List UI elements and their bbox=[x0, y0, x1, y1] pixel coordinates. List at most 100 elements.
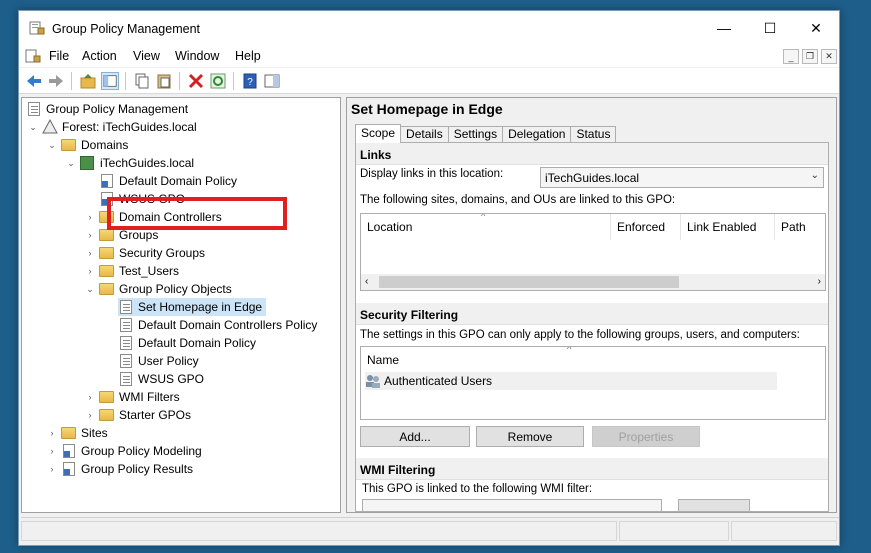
tree-set-homepage-in-edge[interactable]: Set Homepage in Edge bbox=[118, 298, 267, 316]
gpo-icon bbox=[118, 335, 134, 351]
chevron-right-icon[interactable]: › bbox=[47, 460, 57, 478]
security-filtering-list[interactable]: ^ Name Authenticated Users bbox=[360, 346, 826, 420]
chevron-right-icon[interactable]: › bbox=[85, 262, 95, 280]
ou-folder-icon bbox=[99, 263, 115, 279]
list-item[interactable]: Authenticated Users bbox=[365, 372, 777, 390]
add-button[interactable]: Add... bbox=[360, 426, 470, 447]
open-wmi-filter-button[interactable] bbox=[678, 499, 750, 511]
scrollbar-thumb[interactable] bbox=[379, 276, 679, 288]
gpo-link-icon bbox=[99, 173, 115, 189]
forward-arrow-icon[interactable] bbox=[47, 72, 65, 90]
display-links-label: Display links in this location: bbox=[360, 168, 504, 180]
gpm-root-icon bbox=[26, 101, 42, 117]
link-location-dropdown[interactable]: iTechGuides.local ⌄ bbox=[540, 167, 824, 188]
tab-settings[interactable]: Settings bbox=[447, 126, 504, 143]
column-name[interactable]: Name bbox=[361, 347, 777, 373]
tab-scope[interactable]: Scope bbox=[355, 124, 402, 143]
mdi-close-button[interactable]: ✕ bbox=[821, 49, 837, 64]
mdi-document-icon[interactable] bbox=[25, 49, 41, 63]
chevron-right-icon[interactable]: › bbox=[85, 208, 95, 226]
sites-icon bbox=[61, 425, 77, 441]
tree-default-domain-controllers-policy[interactable]: Default Domain Controllers Policy bbox=[118, 316, 317, 334]
tree-root[interactable]: Group Policy Management bbox=[26, 100, 188, 118]
wmi-filtering-heading: WMI Filtering bbox=[360, 463, 436, 477]
chevron-right-icon[interactable]: › bbox=[85, 406, 95, 424]
tree-default-domain-policy-link[interactable]: Default Domain Policy bbox=[99, 172, 237, 190]
chevron-right-icon[interactable]: › bbox=[85, 226, 95, 244]
tree-default-domain-policy[interactable]: Default Domain Policy bbox=[118, 334, 256, 352]
properties-button: Properties bbox=[592, 426, 700, 447]
scroll-left-icon[interactable]: ‹ bbox=[365, 276, 368, 287]
security-filtering-description: The settings in this GPO can only apply … bbox=[360, 329, 800, 341]
tree-sites[interactable]: › Sites bbox=[47, 424, 108, 442]
wmi-filter-dropdown[interactable] bbox=[362, 499, 662, 511]
chevron-down-icon[interactable]: ⌄ bbox=[28, 118, 38, 136]
tree-security-groups[interactable]: › Security Groups bbox=[85, 244, 206, 262]
menu-help[interactable]: Help bbox=[235, 49, 261, 63]
tree-group-policy-results[interactable]: › Group Policy Results bbox=[47, 460, 193, 478]
window-title: Group Policy Management bbox=[52, 22, 200, 36]
help-icon[interactable]: ? bbox=[241, 72, 259, 90]
back-arrow-icon[interactable] bbox=[25, 72, 43, 90]
tab-details[interactable]: Details bbox=[400, 126, 449, 143]
tree-forest[interactable]: ⌄ Forest: iTechGuides.local bbox=[28, 118, 197, 136]
tree-starter-gpos[interactable]: › Starter GPOs bbox=[85, 406, 192, 424]
show-hide-tree-icon[interactable] bbox=[101, 72, 119, 90]
column-enforced[interactable]: Enforced bbox=[611, 214, 681, 240]
tab-status[interactable]: Status bbox=[570, 126, 617, 143]
console-tree: Group Policy Management ⌄ Forest: iTechG… bbox=[21, 97, 341, 513]
maximize-button[interactable]: ☐ bbox=[747, 11, 793, 45]
refresh-icon[interactable] bbox=[209, 72, 227, 90]
scope-tab-page: Links Display links in this location: iT… bbox=[355, 142, 829, 512]
gpo-icon bbox=[118, 353, 134, 369]
menu-window[interactable]: Window bbox=[175, 49, 219, 63]
menu-bar: File Action View Window Help _ ❐ ✕ bbox=[19, 45, 839, 67]
gpo-icon bbox=[118, 317, 134, 333]
chevron-right-icon[interactable]: › bbox=[47, 424, 57, 442]
modeling-icon bbox=[61, 443, 77, 459]
delete-icon[interactable] bbox=[187, 72, 205, 90]
gpo-icon bbox=[118, 299, 134, 315]
menu-action[interactable]: Action bbox=[82, 49, 117, 63]
tree-domains[interactable]: ⌄ Domains bbox=[47, 136, 128, 154]
gpm-app-icon bbox=[29, 21, 45, 35]
minimize-button[interactable]: — bbox=[701, 11, 747, 45]
tree-group-policy-modeling[interactable]: › Group Policy Modeling bbox=[47, 442, 202, 460]
chevron-right-icon[interactable]: › bbox=[85, 244, 95, 262]
gpo-icon bbox=[118, 371, 134, 387]
tree-group-policy-objects[interactable]: ⌄ Group Policy Objects bbox=[85, 280, 232, 298]
gpm-window: Group Policy Management — ☐ ✕ File Actio… bbox=[18, 10, 840, 546]
tree-test-users[interactable]: › Test_Users bbox=[85, 262, 180, 280]
menu-view[interactable]: View bbox=[133, 49, 160, 63]
ou-folder-icon bbox=[99, 245, 115, 261]
chevron-down-icon[interactable]: ⌄ bbox=[66, 154, 76, 172]
column-link-enabled[interactable]: Link Enabled bbox=[681, 214, 775, 240]
chevron-right-icon[interactable]: › bbox=[85, 388, 95, 406]
links-horizontal-scrollbar[interactable]: ‹ › bbox=[361, 274, 825, 290]
domain-icon bbox=[80, 155, 96, 171]
column-location[interactable]: Location bbox=[361, 214, 611, 240]
mdi-minimize-button[interactable]: _ bbox=[783, 49, 799, 64]
tab-delegation[interactable]: Delegation bbox=[502, 126, 572, 143]
properties-pane-icon[interactable] bbox=[263, 72, 281, 90]
tree-domain[interactable]: ⌄ iTechGuides.local bbox=[66, 154, 194, 172]
details-pane: Set Homepage in Edge Scope Details Setti… bbox=[346, 97, 837, 513]
remove-button[interactable]: Remove bbox=[476, 426, 584, 447]
up-folder-icon[interactable] bbox=[79, 72, 97, 90]
chevron-down-icon[interactable]: ⌄ bbox=[47, 136, 57, 154]
column-path[interactable]: Path bbox=[775, 214, 825, 240]
close-button[interactable]: ✕ bbox=[793, 11, 839, 45]
chevron-right-icon[interactable]: › bbox=[47, 442, 57, 460]
paste-icon[interactable] bbox=[155, 72, 173, 90]
scroll-right-icon[interactable]: › bbox=[818, 276, 821, 287]
linked-sites-description: The following sites, domains, and OUs ar… bbox=[360, 194, 676, 206]
status-bar bbox=[21, 517, 839, 543]
copy-icon[interactable] bbox=[133, 72, 151, 90]
chevron-down-icon[interactable]: ⌄ bbox=[85, 280, 95, 298]
tree-wsus-gpo[interactable]: WSUS GPO bbox=[118, 370, 204, 388]
links-list[interactable]: ^ Location Enforced Link Enabled Path ‹ … bbox=[360, 213, 826, 291]
tree-wmi-filters[interactable]: › WMI Filters bbox=[85, 388, 180, 406]
mdi-restore-button[interactable]: ❐ bbox=[802, 49, 818, 64]
tree-user-policy[interactable]: User Policy bbox=[118, 352, 199, 370]
menu-file[interactable]: File bbox=[49, 49, 69, 63]
